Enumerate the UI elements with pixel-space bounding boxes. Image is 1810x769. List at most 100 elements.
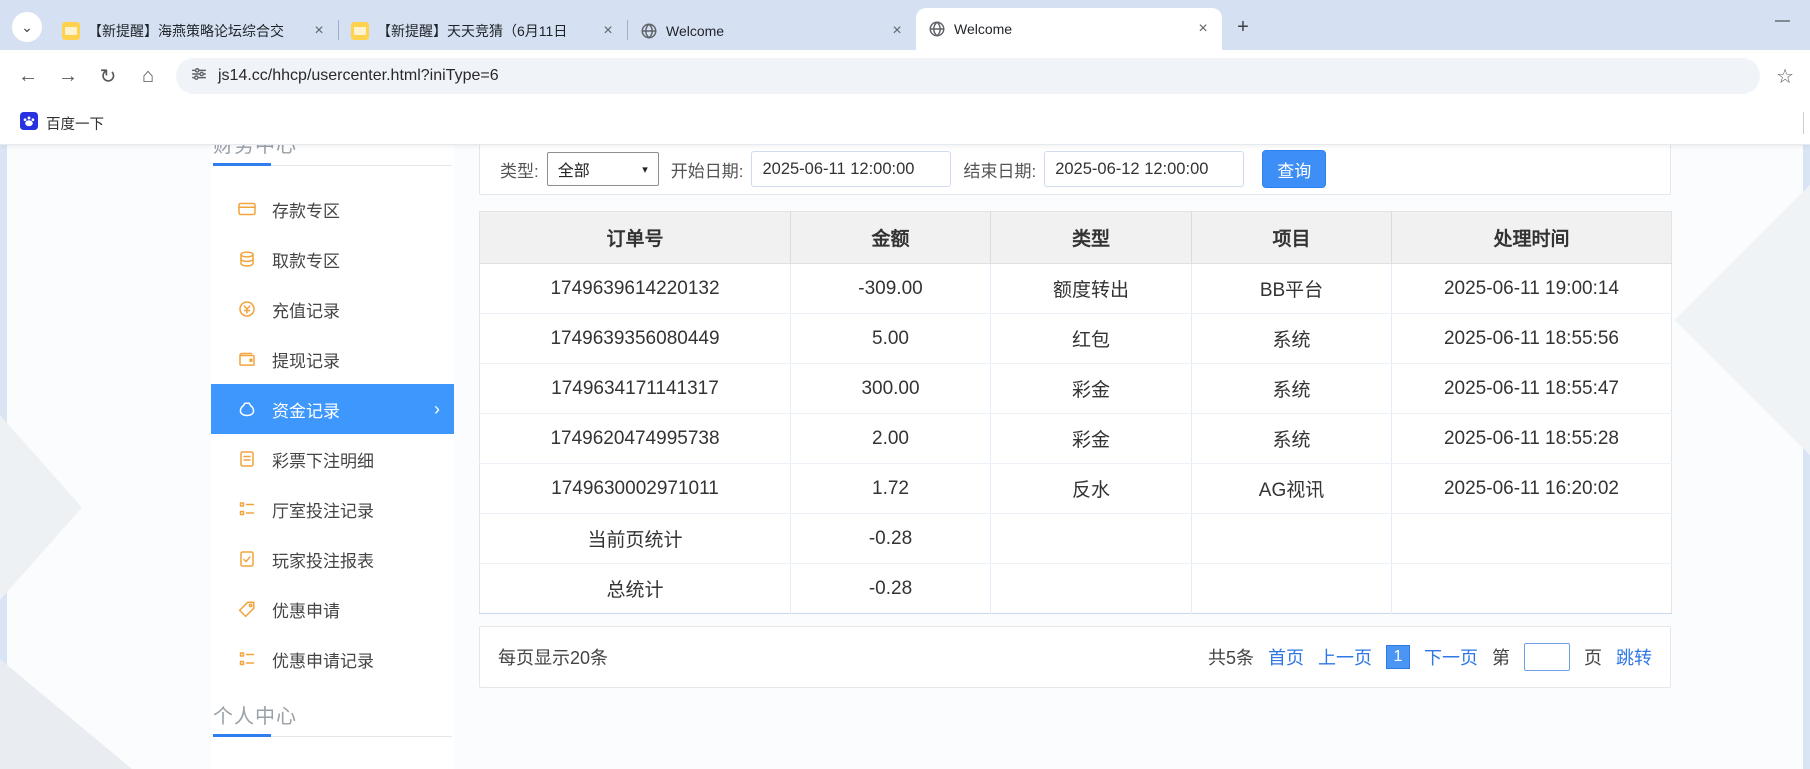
- sidebar-item-deposit-zone[interactable]: 存款专区: [211, 184, 454, 234]
- sidebar-item-promo-apply-records[interactable]: 优惠申请记录: [211, 634, 454, 684]
- cell-order-no: 1749639356080449: [480, 314, 791, 364]
- sidebar-item-label: 优惠申请记录: [272, 647, 374, 672]
- jump-button[interactable]: 跳转: [1616, 644, 1652, 670]
- address-bar[interactable]: js14.cc/hhcp/usercenter.html?iniType=6: [176, 58, 1760, 94]
- cell-amount: 300.00: [791, 364, 991, 414]
- sidebar-section-finance: 财务中心: [211, 145, 454, 166]
- cell-project: 系统: [1192, 364, 1392, 414]
- cell-project: BB平台: [1192, 264, 1392, 314]
- cell-project: 系统: [1192, 414, 1392, 464]
- baidu-paw-icon: [20, 112, 38, 134]
- background-triangle: [0, 415, 82, 600]
- url-text: js14.cc/hhcp/usercenter.html?iniType=6: [218, 67, 499, 85]
- cell-type: 额度转出: [991, 264, 1192, 314]
- header-type: 类型: [991, 212, 1192, 264]
- first-page-link[interactable]: 首页: [1268, 644, 1304, 670]
- cell-summary-label: 总统计: [480, 564, 791, 614]
- forward-icon[interactable]: →: [56, 65, 80, 88]
- start-date-input[interactable]: [751, 151, 951, 187]
- background-triangle: [1675, 185, 1810, 455]
- chevron-right-icon: ›: [434, 399, 440, 420]
- page-content: 财务中心 存款专区 取款专区 充值记录 提现记录 资金记录: [0, 145, 1810, 769]
- tab-welcome-1[interactable]: Welcome ×: [628, 12, 916, 50]
- tab-tiantian-guess[interactable]: 【新提醒】天天竞猜（6月11日 ×: [339, 12, 627, 50]
- sidebar-item-label: 厅室投注记录: [272, 497, 374, 522]
- cell-amount: 5.00: [791, 314, 991, 364]
- coin-icon: [237, 299, 257, 319]
- bookmark-star-icon[interactable]: ☆: [1776, 64, 1794, 89]
- sidebar-item-label: 提现记录: [272, 347, 340, 372]
- page-jump-suffix: 页: [1584, 644, 1602, 670]
- tab-welcome-2-active[interactable]: Welcome ×: [916, 8, 1222, 50]
- home-icon[interactable]: ⌂: [136, 65, 160, 88]
- cell-type: 彩金: [991, 364, 1192, 414]
- window-minimize-button[interactable]: —: [1775, 12, 1790, 29]
- table-header-row: 订单号 金额 类型 项目 处理时间: [480, 212, 1672, 264]
- type-select-value: 全部: [558, 157, 590, 181]
- tab-close-icon[interactable]: ×: [1194, 20, 1212, 38]
- table-row: 1749634171141317 300.00 彩金 系统 2025-06-11…: [480, 364, 1672, 414]
- prev-page-link[interactable]: 上一页: [1318, 644, 1372, 670]
- cell-order-no: 1749620474995738: [480, 414, 791, 464]
- sidebar-item-fund-records[interactable]: 资金记录 ›: [211, 384, 454, 434]
- header-project: 项目: [1192, 212, 1392, 264]
- cell-type: 彩金: [991, 414, 1192, 464]
- sidebar-item-withdrawal-records[interactable]: 提现记录: [211, 334, 454, 384]
- tab-close-icon[interactable]: ×: [888, 22, 906, 40]
- sidebar-item-player-bet-report[interactable]: 玩家投注报表: [211, 534, 454, 584]
- cell-time: 2025-06-11 18:55:28: [1392, 414, 1672, 464]
- tab-close-icon[interactable]: ×: [599, 22, 617, 40]
- site-settings-icon[interactable]: [190, 65, 208, 88]
- tab-haiyan-forum[interactable]: 【新提醒】海燕策略论坛综合交 ×: [50, 12, 338, 50]
- pagination-bar: 每页显示20条 共5条 首页 上一页 1 下一页 第 页 跳转: [479, 626, 1671, 688]
- sidebar-item-recharge-records[interactable]: 充值记录: [211, 284, 454, 334]
- cell-time: 2025-06-11 18:55:47: [1392, 364, 1672, 414]
- gift-tag-icon: [237, 599, 257, 619]
- start-date-label: 开始日期:: [671, 157, 744, 182]
- report-check-icon: [237, 549, 257, 569]
- query-button[interactable]: 查询: [1262, 150, 1326, 188]
- page-jump-prefix: 第: [1492, 644, 1510, 670]
- table-row: 1749620474995738 2.00 彩金 系统 2025-06-11 1…: [480, 414, 1672, 464]
- new-tab-button[interactable]: +: [1228, 12, 1258, 42]
- page-jump-input[interactable]: [1524, 643, 1570, 671]
- sidebar: 财务中心 存款专区 取款专区 充值记录 提现记录 资金记录: [211, 145, 454, 769]
- reload-icon[interactable]: ↻: [96, 64, 120, 89]
- sidebar-item-promo-apply[interactable]: 优惠申请: [211, 584, 454, 634]
- bookmark-label: 百度一下: [46, 113, 104, 134]
- type-label: 类型:: [500, 157, 539, 182]
- end-date-label: 结束日期:: [963, 157, 1036, 182]
- cell-order-no: 1749630002971011: [480, 464, 791, 514]
- type-select[interactable]: 全部 ▾: [547, 152, 659, 186]
- plus-icon: +: [1237, 16, 1249, 39]
- sidebar-item-label: 玩家投注报表: [272, 547, 374, 572]
- bookmark-baidu[interactable]: 百度一下: [12, 108, 112, 138]
- section-divider: [213, 736, 452, 737]
- end-date-input[interactable]: [1044, 151, 1244, 187]
- tab-search-button[interactable]: ⌄: [12, 12, 42, 42]
- sidebar-section-personal: 个人中心: [211, 700, 454, 737]
- yellow-doc-icon: [351, 22, 369, 40]
- list-icon: [237, 649, 257, 669]
- cell-time: 2025-06-11 19:00:14: [1392, 264, 1672, 314]
- total-count-text: 共5条: [1208, 644, 1254, 670]
- cell-summary-label: 当前页统计: [480, 514, 791, 564]
- list-icon: [237, 499, 257, 519]
- cell-order-no: 1749639614220132: [480, 264, 791, 314]
- next-page-link[interactable]: 下一页: [1424, 644, 1478, 670]
- globe-icon: [640, 22, 658, 40]
- main-content: 类型: 全部 ▾ 开始日期: 结束日期: 查询 订单号 金额 类型 项目 处: [479, 145, 1671, 688]
- sidebar-item-lottery-bet-details[interactable]: 彩票下注明细: [211, 434, 454, 484]
- sidebar-item-withdraw-zone[interactable]: 取款专区: [211, 234, 454, 284]
- current-page-number[interactable]: 1: [1386, 645, 1410, 669]
- coins-icon: [237, 249, 257, 269]
- background-triangle: [0, 659, 150, 769]
- table-row: 1749630002971011 1.72 反水 AG视讯 2025-06-11…: [480, 464, 1672, 514]
- sidebar-item-hall-bet-records[interactable]: 厅室投注记录: [211, 484, 454, 534]
- cell-type: 红包: [991, 314, 1192, 364]
- back-icon[interactable]: ←: [16, 65, 40, 88]
- wallet-icon: [237, 349, 257, 369]
- tab-close-icon[interactable]: ×: [310, 22, 328, 40]
- header-amount: 金额: [791, 212, 991, 264]
- cell-amount: -0.28: [791, 564, 991, 614]
